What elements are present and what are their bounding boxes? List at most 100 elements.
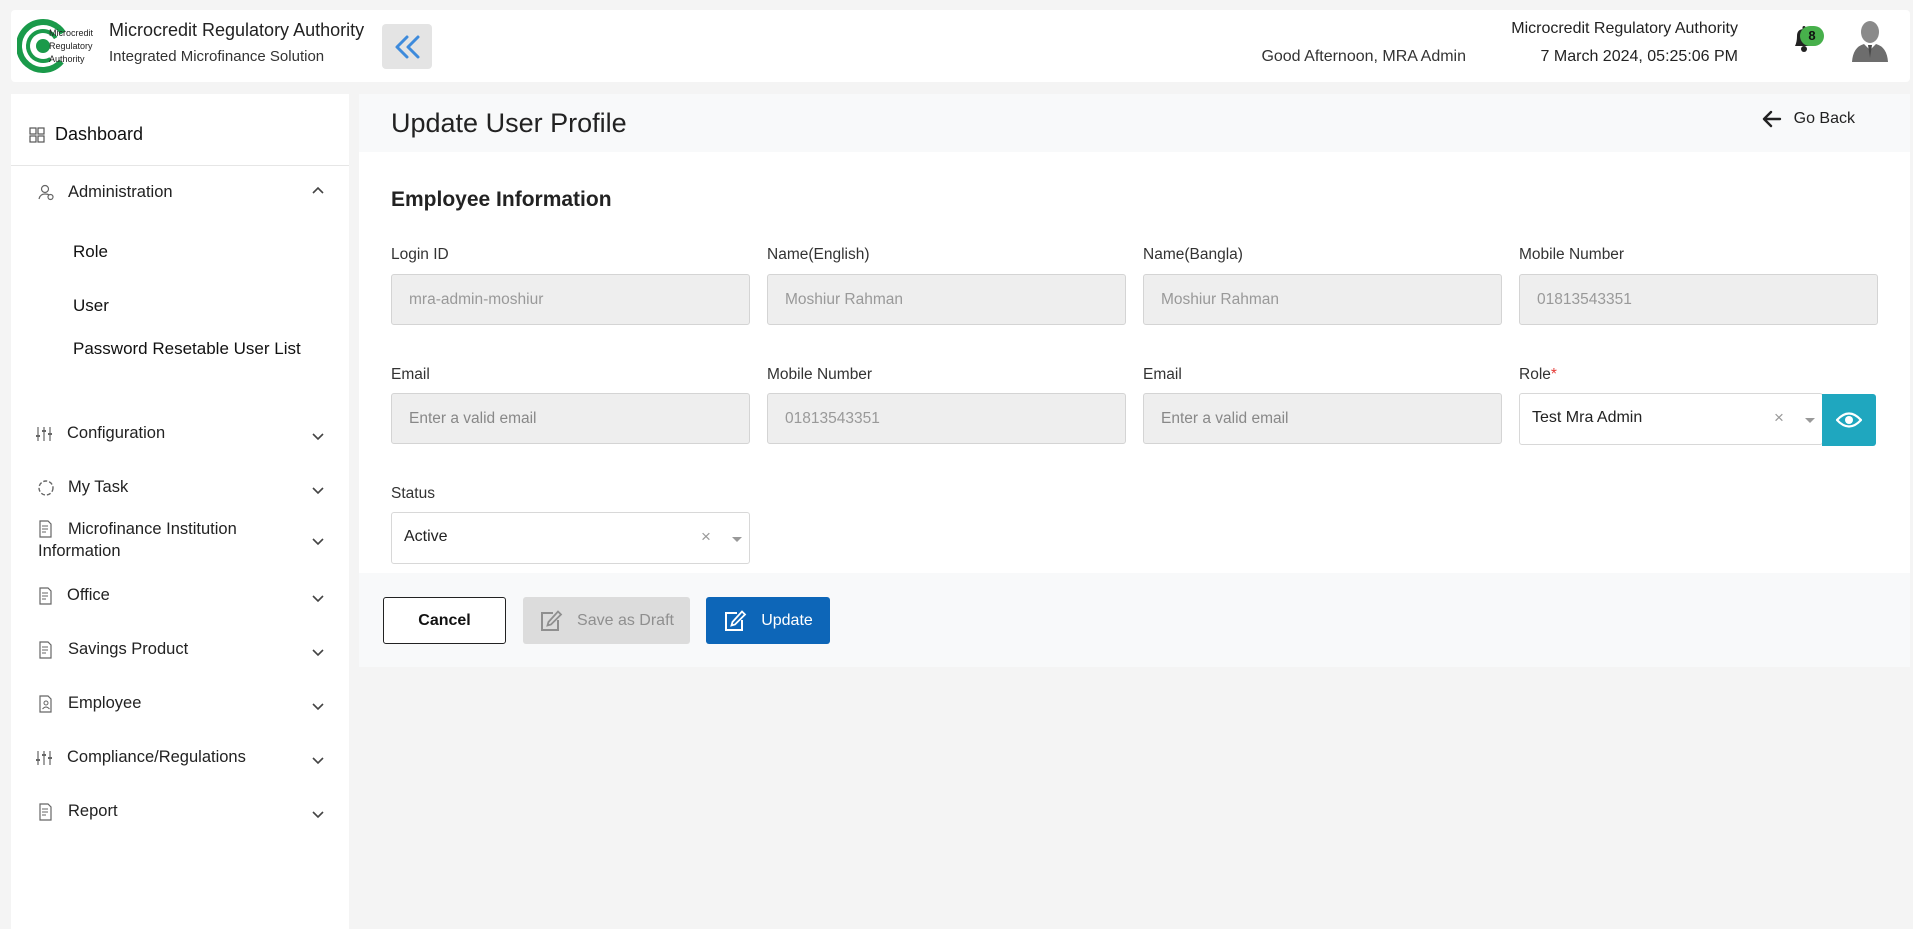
- logo-text-1: Microcredit: [49, 28, 94, 38]
- notification-badge: 8: [1800, 26, 1824, 46]
- arrow-left-icon: [1762, 110, 1781, 128]
- sidebar-item-employee[interactable]: Employee: [11, 692, 349, 716]
- sidebar-item-label: Configuration: [67, 424, 166, 442]
- chevron-down-icon: [312, 433, 324, 441]
- role-label-text: Role: [1519, 366, 1551, 383]
- sidebar-item-label: Compliance/Regulations: [67, 748, 246, 766]
- sidebar-item-label: Savings Product: [68, 640, 189, 658]
- sidebar-item-label: My Task: [68, 478, 129, 496]
- app-title: Microcredit Regulatory Authority: [109, 20, 365, 40]
- sidebar-item-report[interactable]: Report: [11, 800, 349, 824]
- employee-document-icon: [39, 695, 52, 713]
- chevron-up-icon: [312, 186, 324, 194]
- user-avatar-icon: [1852, 21, 1888, 62]
- role-select[interactable]: Test Mra Admin ×: [1519, 393, 1823, 445]
- section-title: Employee Information: [391, 188, 612, 211]
- cancel-button[interactable]: Cancel: [383, 597, 506, 644]
- logo-text-3: Authority: [49, 54, 85, 64]
- mobile-number-2-field[interactable]: [767, 393, 1126, 444]
- org-name: Microcredit Regulatory Authority: [1511, 20, 1738, 37]
- edit-icon: [725, 609, 747, 631]
- status-label: Status: [391, 485, 435, 502]
- sidebar-item-label: Employee: [68, 694, 142, 712]
- status-select-value: Active: [404, 528, 448, 545]
- sidebar-subitem-user[interactable]: User: [73, 295, 109, 317]
- grid-icon: [29, 126, 45, 143]
- edit-icon: [541, 609, 563, 631]
- mra-logo: Microcredit Regulatory Authority: [16, 16, 101, 78]
- current-datetime: 7 March 2024, 05:25:06 PM: [1540, 48, 1738, 65]
- sidebar-item-label: Report: [68, 802, 118, 820]
- sidebar-item-label: Dashboard: [55, 124, 144, 144]
- login-id-field[interactable]: [391, 274, 750, 325]
- email-field[interactable]: [391, 393, 750, 444]
- double-chevron-left-icon: [395, 35, 420, 58]
- app-subtitle: Integrated Microfinance Solution: [109, 48, 325, 65]
- sliders-icon: [36, 427, 52, 441]
- update-label: Update: [761, 611, 813, 629]
- email-2-field[interactable]: [1143, 393, 1502, 444]
- sidebar-item-savings-product[interactable]: Savings Product: [11, 638, 349, 662]
- sidebar-item-my-task[interactable]: My Task: [11, 476, 349, 500]
- top-header: Microcredit Regulatory Authority Microcr…: [11, 10, 1910, 82]
- sidebar-subitem-role[interactable]: Role: [73, 241, 108, 263]
- sidebar-divider: [11, 165, 349, 166]
- status-select[interactable]: Active ×: [391, 512, 750, 564]
- email-2-label: Email: [1143, 366, 1182, 383]
- sidebar-item-label: Microfinance Institution Information: [38, 520, 237, 560]
- sidebar-item-label: Office: [67, 586, 110, 604]
- required-marker: *: [1550, 366, 1557, 383]
- clear-icon[interactable]: ×: [1774, 408, 1784, 428]
- circle-dashed-icon: [38, 480, 54, 496]
- document-icon: [39, 803, 52, 821]
- chevron-down-icon: [312, 649, 324, 657]
- role-select-value: Test Mra Admin: [1532, 409, 1643, 426]
- greeting-text: Good Afternoon, MRA Admin: [1261, 48, 1466, 65]
- chevron-down-icon: [312, 811, 324, 819]
- name-english-field[interactable]: [767, 274, 1126, 325]
- main-content: Update User Profile Go Back Employee Inf…: [359, 94, 1910, 667]
- view-role-button[interactable]: [1822, 394, 1876, 446]
- page-title: Update User Profile: [391, 108, 627, 138]
- sidebar-collapse-button[interactable]: [382, 24, 432, 69]
- email-label: Email: [391, 366, 430, 383]
- chevron-down-icon: [312, 757, 324, 765]
- sidebar-item-configuration[interactable]: Configuration: [11, 422, 349, 446]
- page-title-bar: Update User Profile Go Back: [359, 94, 1910, 152]
- clear-icon[interactable]: ×: [701, 527, 711, 547]
- caret-down-icon: [732, 537, 742, 542]
- chevron-down-icon: [312, 538, 324, 546]
- document-icon: [39, 641, 52, 659]
- sidebar: Dashboard Administration Role User Passw…: [11, 94, 349, 929]
- name-bangla-label: Name(Bangla): [1143, 246, 1243, 263]
- update-button[interactable]: Update: [706, 597, 830, 644]
- sidebar-item-label: Administration: [68, 183, 173, 201]
- save-draft-label: Save as Draft: [577, 611, 674, 629]
- sidebar-item-microfinance-institution[interactable]: Microfinance Institution Information: [11, 518, 349, 564]
- logo-text-2: Regulatory: [49, 41, 93, 51]
- mobile-number-label: Mobile Number: [1519, 246, 1625, 263]
- user-avatar[interactable]: [1850, 18, 1890, 62]
- save-draft-button[interactable]: Save as Draft: [523, 597, 690, 644]
- go-back-button[interactable]: Go Back: [1762, 110, 1855, 128]
- sidebar-item-administration[interactable]: Administration: [11, 180, 349, 204]
- user-admin-icon: [38, 184, 54, 201]
- name-english-label: Name(English): [767, 246, 870, 263]
- sidebar-item-dashboard[interactable]: Dashboard: [29, 124, 143, 145]
- role-label: Role*: [1519, 366, 1557, 384]
- name-bangla-field[interactable]: [1143, 274, 1502, 325]
- eye-icon: [1836, 412, 1862, 428]
- go-back-label: Go Back: [1793, 110, 1855, 127]
- chevron-down-icon: [312, 595, 324, 603]
- chevron-down-icon: [312, 487, 324, 495]
- sliders-icon: [36, 751, 52, 765]
- document-icon: [39, 587, 52, 605]
- chevron-down-icon: [312, 703, 324, 711]
- mobile-number-field[interactable]: [1519, 274, 1878, 325]
- caret-down-icon: [1805, 418, 1815, 423]
- login-id-label: Login ID: [391, 246, 449, 263]
- sidebar-item-compliance[interactable]: Compliance/Regulations: [11, 746, 349, 770]
- sidebar-subitem-password-resetable[interactable]: Password Resetable User List: [73, 338, 303, 360]
- sidebar-item-office[interactable]: Office: [11, 584, 349, 608]
- mobile-number-2-label: Mobile Number: [767, 366, 873, 383]
